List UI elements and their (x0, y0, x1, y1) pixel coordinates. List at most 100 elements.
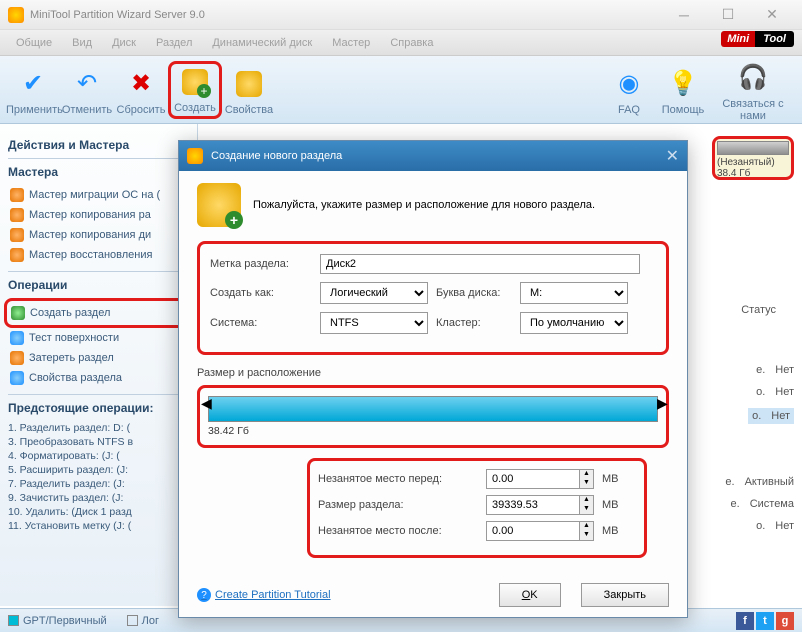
pending-1[interactable]: 1. Разделить раздел: D: ( (8, 421, 189, 435)
slider-handle-left[interactable]: ◀ (201, 395, 209, 412)
tutorial-link[interactable]: ?Create Partition Tutorial (197, 588, 331, 602)
help-icon: ? (197, 588, 211, 602)
table-row: е.Система (731, 498, 795, 510)
pending-7[interactable]: 10. Удалить: (Диск 1 разд (8, 505, 189, 519)
pending-8[interactable]: 11. Установить метку (J: ( (8, 519, 189, 533)
db-icon (233, 68, 265, 100)
pending-4[interactable]: 5. Расширить раздел: (J: (8, 463, 189, 477)
wizard-icon (10, 208, 24, 222)
wizard-copy-disk[interactable]: Мастер копирования ди (8, 225, 189, 245)
table-row: е.Активный (725, 476, 794, 488)
partition-slider[interactable]: ◀ ▶ (208, 396, 658, 422)
twitter-icon[interactable]: t (756, 612, 774, 630)
partition-label-input[interactable] (320, 254, 640, 274)
menu-disk[interactable]: Диск (102, 33, 146, 53)
dialog-titlebar[interactable]: Создание нового раздела ✕ (179, 141, 687, 171)
spinner-arrows[interactable]: ▲▼ (580, 495, 594, 515)
op-wipe[interactable]: Затереть раздел (8, 348, 189, 368)
drive-letter-select[interactable]: M: (520, 282, 628, 304)
menu-help[interactable]: Справка (380, 33, 443, 53)
menu-dynamic[interactable]: Динамический диск (202, 33, 322, 53)
label-create-as: Создать как: (210, 287, 312, 299)
wizard-icon (10, 228, 24, 242)
size-inputs-group: Незанятое место перед: ▲▼ MB Размер разд… (307, 458, 647, 558)
pending-5[interactable]: 7. Разделить раздел: (J: (8, 477, 189, 491)
op-create-partition[interactable]: Создать раздел (9, 303, 184, 323)
menu-wizard[interactable]: Мастер (322, 33, 380, 53)
wizard-copy-part[interactable]: Мастер копирования ра (8, 205, 189, 225)
create-as-select[interactable]: Логический (320, 282, 428, 304)
spinner-arrows[interactable]: ▲▼ (580, 521, 594, 541)
space-before-input[interactable] (486, 469, 580, 489)
partition-size-input[interactable] (486, 495, 580, 515)
label-filesystem: Система: (210, 317, 312, 329)
cross-icon: ✖ (125, 68, 157, 100)
slider-size-label: 38.42 Гб (208, 425, 658, 437)
undo-icon: ↶ (71, 68, 103, 100)
apply-button[interactable]: ✔Применить (6, 64, 60, 116)
label-space-after: Незанятое место после: (318, 525, 478, 537)
plus-icon (11, 306, 25, 320)
ok-button[interactable]: OK (499, 583, 561, 607)
sidebar-heading-wizards: Мастера (8, 165, 189, 179)
dialog-close-icon[interactable]: ✕ (666, 146, 679, 166)
db-plus-icon (197, 183, 241, 227)
create-button[interactable]: +Создать (168, 61, 222, 119)
op-surface-test[interactable]: Тест поверхности (8, 328, 189, 348)
test-icon (10, 331, 24, 345)
filesystem-select[interactable]: NTFS (320, 312, 428, 334)
maximize-button[interactable]: ☐ (706, 0, 750, 30)
contact-button[interactable]: 🎧Связаться с нами (710, 58, 796, 122)
menu-partition[interactable]: Раздел (146, 33, 202, 53)
cancel-button[interactable]: Закрыть (581, 583, 669, 607)
faq-button[interactable]: ◉FAQ (602, 64, 656, 116)
dialog-subtitle: Пожалуйста, укажите размер и расположени… (253, 199, 595, 211)
slider-handle-right[interactable]: ▶ (657, 395, 665, 412)
help-button[interactable]: 💡Помощь (656, 64, 710, 116)
wizard-migrate[interactable]: Мастер миграции ОС на ( (8, 185, 189, 205)
reset-button[interactable]: ✖Сбросить (114, 64, 168, 116)
label-partition-size: Размер раздела: (318, 499, 478, 511)
menu-general[interactable]: Общие (6, 33, 62, 53)
cluster-select[interactable]: По умолчанию (520, 312, 628, 334)
column-status: Статус (741, 304, 776, 316)
props-button[interactable]: Свойства (222, 64, 276, 116)
dialog-title: Создание нового раздела (211, 150, 342, 162)
label-cluster: Кластер: (436, 317, 512, 329)
pending-2[interactable]: 3. Преобразовать NTFS в (8, 435, 189, 449)
table-row-selected[interactable]: о.Нет (748, 408, 794, 424)
dialog-icon (187, 148, 203, 164)
db-plus-icon: + (179, 66, 211, 98)
sidebar-heading-pending: Предстоящие операции: (8, 401, 189, 415)
menu-view[interactable]: Вид (62, 33, 102, 53)
minimize-button[interactable]: ─ (662, 0, 706, 30)
wipe-icon (10, 351, 24, 365)
window-title: MiniTool Partition Wizard Server 9.0 (30, 9, 662, 21)
close-button[interactable]: ✕ (750, 0, 794, 30)
spinner-arrows[interactable]: ▲▼ (580, 469, 594, 489)
pending-6[interactable]: 9. Зачистить раздел: (J: (8, 491, 189, 505)
sidebar-heading-ops: Операции (8, 278, 189, 292)
facebook-icon[interactable]: f (736, 612, 754, 630)
label-partition-label: Метка раздела: (210, 258, 312, 270)
create-partition-dialog: Создание нового раздела ✕ Пожалуйста, ук… (178, 140, 688, 618)
size-slider-group: ◀ ▶ 38.42 Гб (197, 385, 669, 448)
disk-tile-unallocated[interactable]: (Незанятый) 38.4 Гб (712, 136, 794, 180)
gplus-icon[interactable]: g (776, 612, 794, 630)
sidebar: Действия и Мастера Мастера Мастер миграц… (0, 124, 198, 606)
wizard-icon (10, 188, 24, 202)
size-location-label: Размер и расположение (197, 367, 669, 379)
headset-icon: 🎧 (737, 62, 769, 94)
table-row: о.Нет (756, 520, 794, 532)
wizard-recovery[interactable]: Мастер восстановления (8, 245, 189, 265)
pending-3[interactable]: 4. Форматировать: (J: ( (8, 449, 189, 463)
props-icon (10, 371, 24, 385)
legend-log-icon (127, 615, 138, 626)
space-after-input[interactable] (486, 521, 580, 541)
wizard-icon (10, 248, 24, 262)
op-props[interactable]: Свойства раздела (8, 368, 189, 388)
undo-button[interactable]: ↶Отменить (60, 64, 114, 116)
bulb-icon: 💡 (667, 68, 699, 100)
menu-bar: Общие Вид Диск Раздел Динамический диск … (0, 30, 802, 56)
label-drive-letter: Буква диска: (436, 287, 512, 299)
